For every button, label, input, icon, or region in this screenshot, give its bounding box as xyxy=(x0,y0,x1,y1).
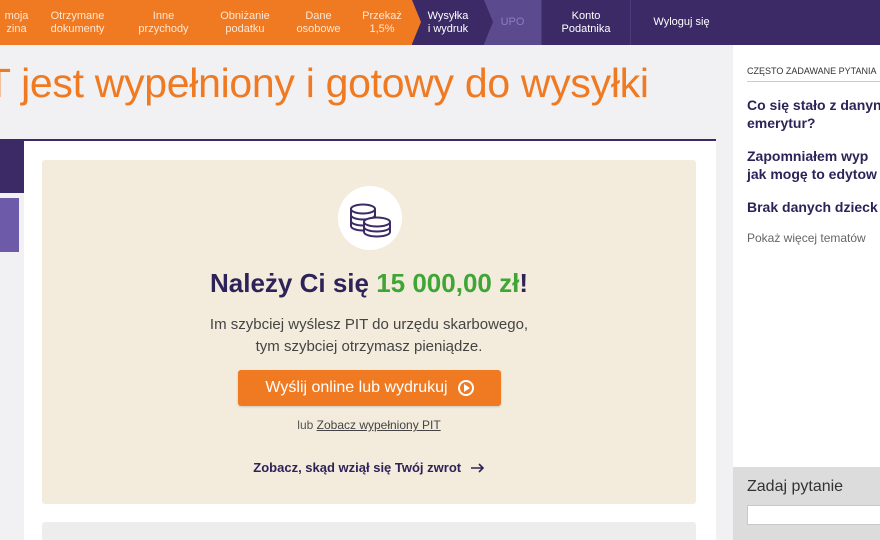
faq-header: CZĘSTO ZADAWANE PYTANIA xyxy=(747,66,877,76)
page-title: T jest wypełniony i gotowy do wysyłki xyxy=(0,60,649,106)
refund-source-link[interactable]: Zobacz, skąd wziął się Twój zwrot xyxy=(42,460,696,476)
tab-label: moja xyxy=(4,9,29,22)
show-more-topics-link[interactable]: Pokaż więcej tematów xyxy=(747,231,866,245)
tab-przekaz-procent[interactable]: Przekaż 1,5% xyxy=(352,0,412,45)
send-or-print-button[interactable]: Wyślij online lub wydrukuj xyxy=(238,370,501,406)
tab-obnizanie-podatku[interactable]: Obniżanie podatku xyxy=(205,0,285,45)
secondary-card xyxy=(42,522,696,540)
divider xyxy=(747,81,880,82)
nav-filler xyxy=(732,0,880,45)
tab-label: Inne xyxy=(152,9,175,22)
tab-wysylka-i-wydruk[interactable]: Wysyłka i wydruk xyxy=(412,0,484,45)
tab-label: 1,5% xyxy=(369,22,395,35)
faq-question-text: Zapomniałem wyp xyxy=(747,148,869,164)
arrow-right-icon xyxy=(470,461,485,476)
tab-label: UPO xyxy=(500,16,525,28)
tab-label: zina xyxy=(6,22,27,35)
tab-moja-zina[interactable]: moja zina xyxy=(0,0,33,45)
faq-question-text: emerytur? xyxy=(747,115,816,131)
refund-amount-headline: Należy Ci się 15 000,00 zł! xyxy=(42,268,696,299)
side-tab[interactable] xyxy=(0,198,19,252)
tab-label: Wysyłka xyxy=(427,9,469,22)
send-button-label: Wyślij online lub wydrukuj xyxy=(265,379,448,396)
faq-question-text: Brak danych dzieck xyxy=(747,199,878,215)
tab-label: Przekaż xyxy=(362,9,402,22)
play-circle-icon xyxy=(457,380,474,396)
top-navigation: moja zina Otrzymane dokumenty Inne przychod… xyxy=(0,0,880,45)
refund-subtext: Im szybciej wyślesz PIT do urzędu skarbo… xyxy=(42,314,696,358)
side-tab[interactable] xyxy=(0,141,24,193)
faq-question-text: jak mogę to edytow xyxy=(747,166,877,182)
tab-inne-przychody[interactable]: Inne przychody xyxy=(122,0,205,45)
tab-label: i wydruk xyxy=(427,22,469,35)
view-pit-line: lub Zobacz wypełniony PIT xyxy=(42,418,696,432)
tab-label: Obniżanie xyxy=(220,9,270,22)
tab-label: dokumenty xyxy=(50,22,105,35)
ask-question-title: Zadaj pytanie xyxy=(747,478,844,495)
subtext-line: Im szybciej wyślesz PIT do urzędu skarbo… xyxy=(209,316,529,333)
tab-label: Otrzymane xyxy=(50,9,105,22)
tab-label: osobowe xyxy=(296,22,341,35)
tab-label: Konto xyxy=(571,9,601,22)
refund-amount: 15 000,00 zł xyxy=(376,268,520,298)
or-text: lub xyxy=(297,418,317,432)
view-filled-pit-link[interactable]: Zobacz wypełniony PIT xyxy=(317,418,441,432)
ask-question-input[interactable] xyxy=(747,505,880,525)
tab-label: podatku xyxy=(225,22,265,35)
logout-tab[interactable]: Wyloguj się xyxy=(630,0,732,45)
tab-label: Podatnika xyxy=(561,22,611,35)
step-arrow xyxy=(484,0,493,44)
step-arrow xyxy=(412,0,421,44)
tab-otrzymane-dokumenty[interactable]: Otrzymane dokumenty xyxy=(33,0,122,45)
tab-konto-podatnika[interactable]: Konto Podatnika xyxy=(541,0,630,45)
subtext-line: tym szybciej otrzymasz pieniądze. xyxy=(255,338,483,355)
tab-label: Wyloguj się xyxy=(653,16,710,28)
tab-label: Dane xyxy=(305,9,332,22)
faq-link[interactable]: Co się stało z danyn emerytur? xyxy=(747,96,880,132)
refund-source-label: Zobacz, skąd wziął się Twój zwrot xyxy=(253,460,462,475)
coins-icon xyxy=(338,186,402,250)
faq-link[interactable]: Brak danych dzieck xyxy=(747,198,878,216)
tab-dane-osobowe[interactable]: Dane osobowe xyxy=(285,0,352,45)
tab-label: przychody xyxy=(138,22,189,35)
due-suffix: ! xyxy=(519,268,528,298)
due-prefix: Należy Ci się xyxy=(210,268,377,298)
faq-link[interactable]: Zapomniałem wyp jak mogę to edytow xyxy=(747,147,877,183)
faq-question-text: Co się stało z danyn xyxy=(747,97,880,113)
